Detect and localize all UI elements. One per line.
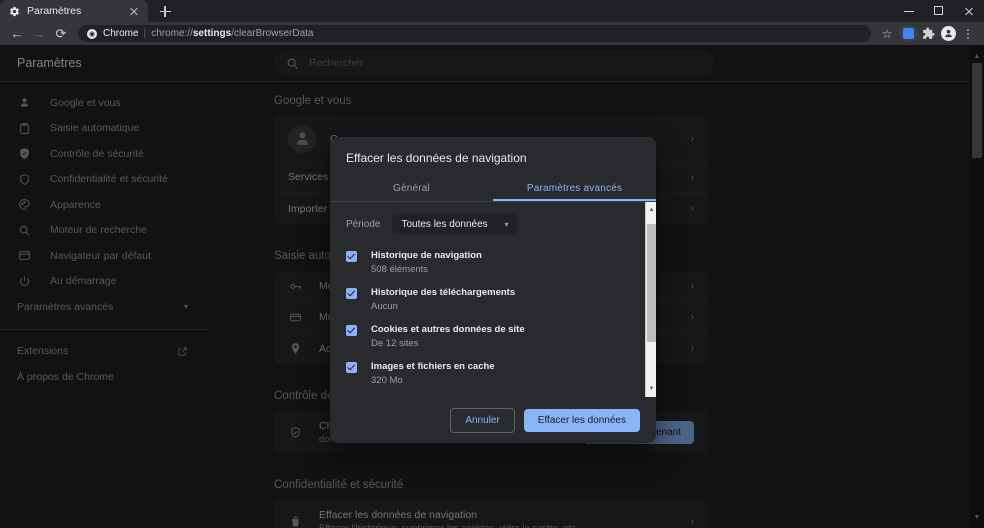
checkbox-cache[interactable] [346,362,357,373]
tab-label: Général [393,182,430,194]
browser-toolbar: ← → ⟳ ◉ Chrome | chrome://settings/clear… [0,22,984,45]
scroll-up-icon[interactable]: ▲ [647,205,656,215]
tab-strip: Paramètres [0,0,984,22]
dialog-scrollbar-thumb[interactable] [647,224,656,342]
list-item[interactable]: Historique de navigation 508 éléments [346,244,640,281]
period-value: Toutes les données [401,218,488,230]
clear-data-button[interactable]: Effacer les données [523,408,640,432]
address-bar[interactable]: ◉ Chrome | chrome://settings/clearBrowse… [78,25,871,42]
browser-window: Paramètres ← → ⟳ ◉ Chrome | chrome://set… [0,0,984,528]
dialog-title: Effacer les données de navigation [346,151,527,165]
url-bold: settings [192,28,232,39]
checkbox-history[interactable] [346,251,357,262]
period-label: Période [346,218,381,230]
new-tab-button[interactable] [154,1,176,21]
reload-button[interactable]: ⟳ [50,23,72,45]
clear-browsing-data-dialog: Effacer les données de navigation Généra… [330,137,656,443]
option-label: Images et fichiers en cache [371,361,495,372]
chevron-down-icon: ▾ [504,219,509,229]
tab-advanced[interactable]: Paramètres avancés [493,175,656,201]
list-item[interactable]: Cookies et autres données de site De 12 … [346,318,640,355]
option-label: Historique de navigation [371,250,482,261]
minimize-icon[interactable] [894,0,924,22]
dialog-body: Période Toutes les données ▾ Historique … [330,202,656,397]
option-sublabel: De 12 sites [371,338,419,349]
option-label: Cookies et autres données de site [371,324,525,335]
option-sublabel: Aucun [371,301,398,312]
url-prefix: chrome:// [151,28,193,39]
omnibox-url: chrome://settings/clearBrowserData [151,28,313,39]
dialog-scrollbar[interactable]: ▲ ▼ [645,202,656,397]
data-type-options: Historique de navigation 508 éléments Hi… [330,240,656,397]
list-item[interactable]: Historique des téléchargements Aucun [346,281,640,318]
checkbox-downloads[interactable] [346,288,357,299]
tab-title: Paramètres [27,5,82,17]
option-text: Historique de navigation 508 éléments [371,249,482,276]
period-row: Période Toutes les données ▾ [330,202,656,240]
maximize-icon[interactable] [924,0,954,22]
dialog-actions: Annuler Effacer les données [330,397,656,443]
active-tab-underline [493,199,656,201]
forward-button[interactable]: → [28,23,50,45]
extension-blue-square [903,28,914,39]
url-suffix: /clearBrowserData [231,28,314,39]
list-item[interactable]: Mots de passe et autres données de conne… [346,392,640,397]
scroll-down-icon[interactable]: ▼ [647,384,656,394]
window-close-icon[interactable] [954,0,984,22]
extension-badge-icon[interactable] [899,25,918,42]
puzzle-icon[interactable] [918,24,938,44]
chrome-menu-icon[interactable]: ⋮ [958,24,978,44]
option-sublabel: 320 Mo [371,375,403,386]
option-text: Images et fichiers en cache 320 Mo [371,360,495,387]
option-text: Cookies et autres données de site De 12 … [371,323,525,350]
gear-icon [8,5,20,17]
omnibox-chip: Chrome [103,28,139,39]
bookmark-star-icon[interactable]: ☆ [877,24,897,44]
option-sublabel: 508 éléments [371,264,429,275]
chrome-page-icon: ◉ [87,28,97,39]
omnibox-separator: | [143,28,147,39]
option-label: Historique des téléchargements [371,287,516,298]
window-controls [894,0,984,22]
back-button[interactable]: ← [6,23,28,45]
tab-label: Paramètres avancés [526,182,623,194]
cancel-button[interactable]: Annuler [450,407,515,433]
close-icon[interactable] [128,5,140,17]
browser-tab-settings[interactable]: Paramètres [0,0,148,22]
profile-avatar-icon[interactable] [938,24,958,44]
period-select[interactable]: Toutes les données ▾ [392,214,518,234]
option-text: Historique des téléchargements Aucun [371,286,515,313]
avatar [940,26,956,41]
dialog-tabs: Général Paramètres avancés [330,175,656,202]
checkbox-cookies[interactable] [346,325,357,336]
list-item[interactable]: Images et fichiers en cache 320 Mo [346,355,640,392]
tab-general[interactable]: Général [330,175,493,201]
